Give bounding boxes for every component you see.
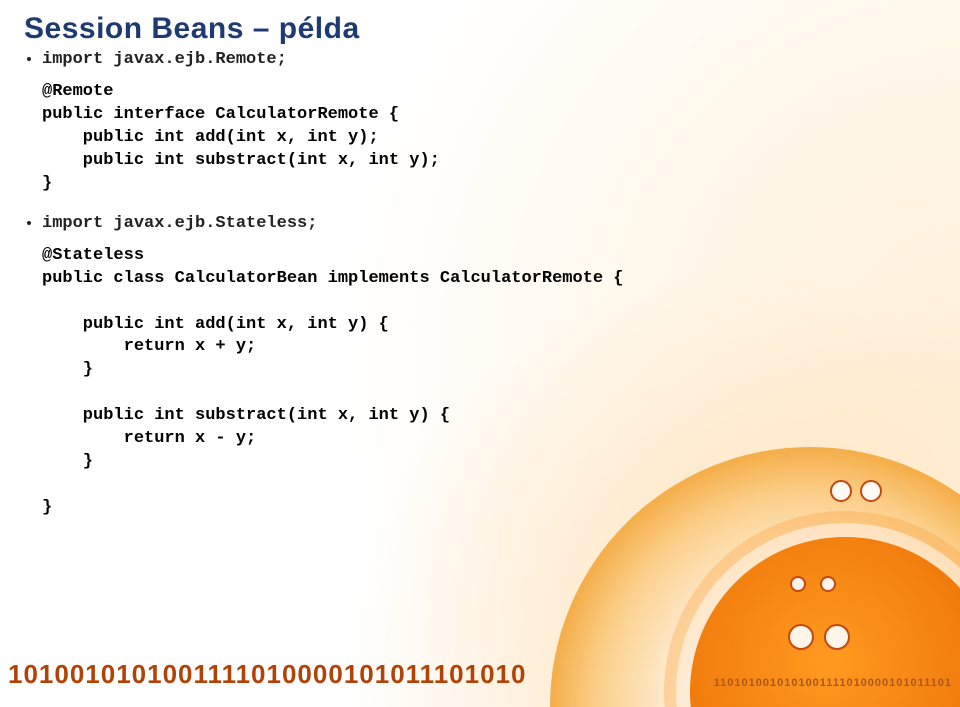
code-block: @Stateless public class CalculatorBean i… (42, 245, 932, 520)
slide-content: Session Beans – példa import javax.ejb.R… (0, 0, 960, 520)
code-block: @Remote public interface CalculatorRemot… (42, 81, 932, 196)
import-statement: import javax.ejb.Remote; (42, 50, 287, 69)
decorative-dots-row (788, 624, 860, 655)
decorative-dots-row (790, 576, 850, 597)
code-bullet-list: import javax.ejb.Remote; @Remote public … (42, 50, 932, 520)
binary-large-text: 1010010101001111010000101011101010 (8, 659, 526, 689)
binary-small-text: 1101010010101001111010000101011101 (714, 677, 952, 689)
page-title: Session Beans – példa (24, 12, 932, 46)
import-statement: import javax.ejb.Stateless; (42, 214, 317, 233)
list-item: import javax.ejb.Remote; @Remote public … (42, 50, 932, 196)
list-item: import javax.ejb.Stateless; @Stateless p… (42, 214, 932, 520)
binary-footer: 1010010101001111010000101011101010 11010… (0, 659, 960, 691)
